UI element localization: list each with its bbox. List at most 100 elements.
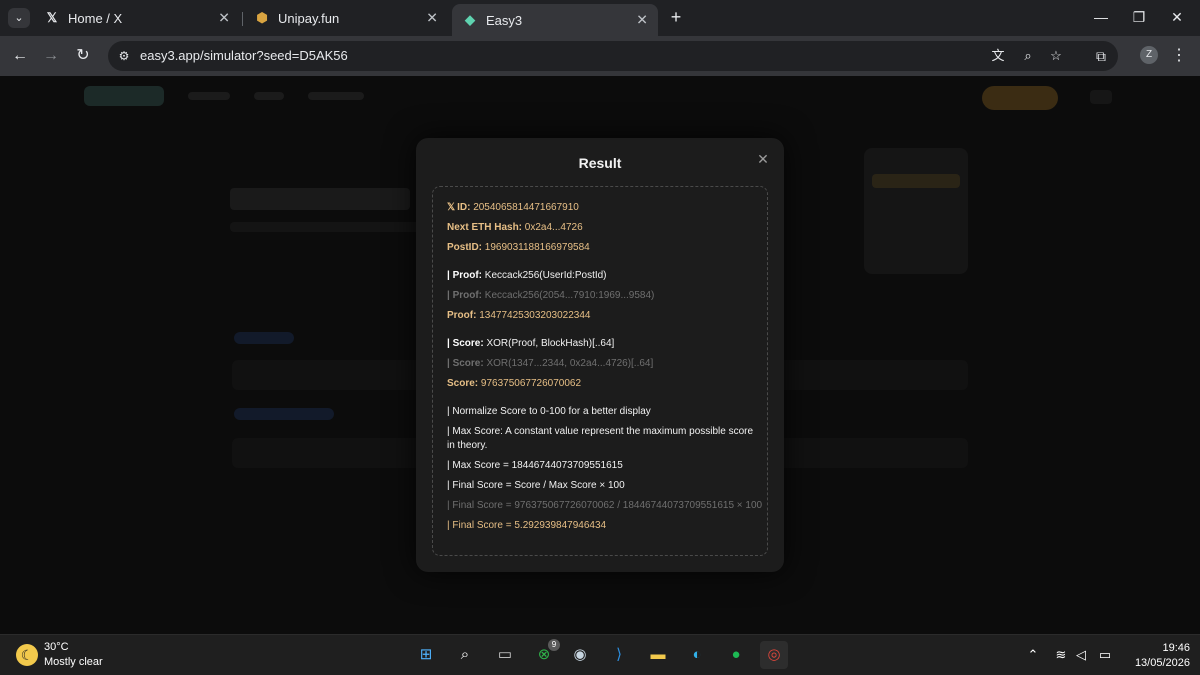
close-tab-icon[interactable]: ✕	[426, 10, 438, 27]
browser-menu-icon[interactable]: ⋮	[1170, 45, 1188, 67]
notification-badge: 9	[548, 639, 560, 651]
result-line-value: 0x2a4...4726	[524, 222, 583, 233]
side-card-button[interactable]	[872, 174, 960, 188]
taskbar: ☾ 30°C Mostly clear ⊞ ⌕ ▭ ⊗ 9 ◉ ⟩ ▬ ◐ ● ◎…	[0, 634, 1200, 675]
result-line: | Max Score = 18446744073709551615	[447, 459, 755, 473]
wifi-icon[interactable]: ≋	[1052, 645, 1070, 665]
page-heading	[230, 188, 410, 210]
translate-icon[interactable]: 文	[988, 46, 1008, 66]
nav-link[interactable]	[188, 92, 230, 100]
result-line-value: 976375067726070062	[480, 378, 582, 389]
close-tab-icon[interactable]: ✕	[218, 10, 230, 27]
close-tab-icon[interactable]: ✕	[636, 12, 648, 29]
result-line: | Final Score = 5.292939847946434	[447, 519, 755, 533]
result-line: | Proof: Keccack256(2054...7910:1969...9…	[447, 289, 755, 303]
clock-date[interactable]: 13/05/2026	[1124, 657, 1190, 669]
chrome-icon[interactable]: ◎	[760, 641, 788, 669]
result-modal: Result ✕ 𝕏 ID: 2054065814471667910 Next ET…	[416, 138, 784, 572]
modal-title: Result	[578, 155, 622, 171]
tab-title: Easy3	[486, 12, 523, 28]
nav-link[interactable]	[254, 92, 284, 100]
result-line: Next ETH Hash: 0x2a4...4726	[447, 221, 755, 235]
result-line-value: XOR(1347...2344, 0x2a4...4726)[..64]	[486, 358, 654, 369]
result-line-key: | Score:	[447, 338, 484, 349]
easy3-icon: ◆	[465, 12, 475, 27]
maximize-button[interactable]: ❐	[1124, 6, 1154, 28]
result-line-key: | Proof:	[447, 270, 483, 281]
tab-strip: ⌄ 𝕏 Home / X ✕ ⬢ Unipay.fun ✕ ◆ Easy3 ✕ …	[0, 0, 1200, 36]
edge-icon[interactable]: ◐	[683, 641, 711, 669]
task-view-icon[interactable]: ▭	[491, 641, 519, 669]
result-line: | Score: XOR(1347...2344, 0x2a4...4726)[…	[447, 357, 755, 371]
result-line-value: | Max Score = 18446744073709551615	[447, 460, 623, 471]
field-label	[234, 332, 294, 344]
extensions-icon[interactable]: ⧉	[1090, 45, 1112, 67]
profile-avatar[interactable]: Z	[1140, 46, 1158, 64]
weather-temperature[interactable]: 30°C	[44, 641, 69, 653]
tab-divider	[242, 12, 243, 26]
result-line-value: | Final Score = 976375067726070062 / 184…	[447, 500, 763, 511]
tab-easy3[interactable]: ◆ Easy3 ✕	[452, 4, 658, 36]
back-arrow-icon[interactable]: ←	[9, 45, 31, 67]
search-icon[interactable]: ⌕	[451, 641, 479, 669]
vscode-icon[interactable]: ⟩	[605, 641, 633, 669]
xbox-icon[interactable]: ⊗ 9	[530, 639, 560, 669]
volume-icon[interactable]: ◁	[1072, 645, 1090, 665]
connect-button[interactable]	[982, 86, 1058, 110]
tab-title: Home / X	[68, 10, 123, 26]
result-line: PostID: 1969031188166979584	[447, 241, 755, 255]
nav-link[interactable]	[308, 92, 364, 100]
minimize-button[interactable]: —	[1086, 6, 1116, 28]
tab-search-button[interactable]: ⌄	[8, 8, 30, 28]
close-icon[interactable]: ✕	[756, 152, 770, 166]
result-line-key: Score:	[447, 378, 479, 389]
result-line-value: | Normalize Score to 0-100 for a better …	[447, 406, 651, 417]
address-bar[interactable]: ⚙ easy3.app/simulator?seed=D5AK56 文 ⌕ ☆	[108, 41, 1118, 71]
result-line-value: 13477425303203022344	[479, 310, 591, 321]
zoom-icon[interactable]: ⌕	[1018, 46, 1038, 66]
tab-home-x[interactable]: 𝕏 Home / X ✕	[34, 4, 240, 32]
result-line: | Max Score: A constant value represent …	[447, 425, 755, 453]
bookmark-star-icon[interactable]: ☆	[1046, 46, 1066, 66]
spotify-icon[interactable]: ●	[722, 641, 750, 669]
result-line-key: PostID:	[447, 242, 482, 253]
result-line-value: | Max Score: A constant value represent …	[447, 426, 754, 451]
weather-description[interactable]: Mostly clear	[44, 656, 103, 668]
moon-weather-icon[interactable]: ☾	[16, 644, 38, 666]
result-line: | Final Score = 976375067726070062 / 184…	[447, 499, 762, 513]
site-info-icon[interactable]: ⚙	[116, 48, 132, 64]
windows-start-icon[interactable]: ⊞	[412, 641, 440, 669]
close-window-button[interactable]: ✕	[1162, 6, 1192, 28]
result-line-key: | Score:	[447, 358, 484, 369]
result-line-value: | Final Score = 5.292939847946434	[447, 520, 607, 531]
clock-time[interactable]: 19:46	[1150, 642, 1190, 654]
tab-unipay[interactable]: ⬢ Unipay.fun ✕	[244, 4, 448, 32]
steam-icon[interactable]: ◉	[566, 641, 594, 669]
result-line-key: Proof:	[447, 310, 477, 321]
result-line-value: | Final Score = Score / Max Score × 100	[447, 480, 625, 491]
result-line: Proof: 13477425303203022344	[447, 309, 755, 323]
x-logo-icon: 𝕏	[46, 10, 58, 25]
chevron-up-icon[interactable]: ⌃	[1024, 645, 1042, 665]
reload-icon[interactable]: ↻	[72, 45, 94, 67]
file-explorer-icon[interactable]: ▬	[644, 641, 672, 669]
result-line-value: XOR(Proof, BlockHash)[..64]	[486, 338, 615, 349]
new-tab-button[interactable]: +	[666, 7, 686, 27]
browser-toolbar: ← → ↻ ⚙ easy3.app/simulator?seed=D5AK56 …	[0, 36, 1200, 76]
x-logo-icon: 𝕏	[447, 202, 456, 213]
side-card	[864, 148, 968, 274]
result-box: 𝕏 ID: 2054065814471667910 Next ETH Hash: 0…	[432, 186, 768, 556]
user-menu[interactable]	[1090, 90, 1112, 104]
tab-title: Unipay.fun	[278, 10, 340, 26]
result-line: 𝕏 ID: 2054065814471667910	[447, 201, 755, 215]
result-line: | Proof: Keccack256(UserId:PostId)	[447, 269, 755, 283]
site-logo	[84, 86, 164, 106]
result-line-value: 1969031188166979584	[484, 242, 590, 253]
result-line-value: 2054065814471667910	[473, 202, 579, 213]
battery-icon[interactable]: ▭	[1096, 645, 1114, 665]
forward-arrow-icon[interactable]: →	[40, 45, 62, 67]
result-line-key: | Proof:	[447, 290, 483, 301]
url-text[interactable]: easy3.app/simulator?seed=D5AK56	[140, 48, 348, 63]
result-line: Score: 976375067726070062	[447, 377, 755, 391]
result-line-key: ID:	[457, 202, 471, 213]
